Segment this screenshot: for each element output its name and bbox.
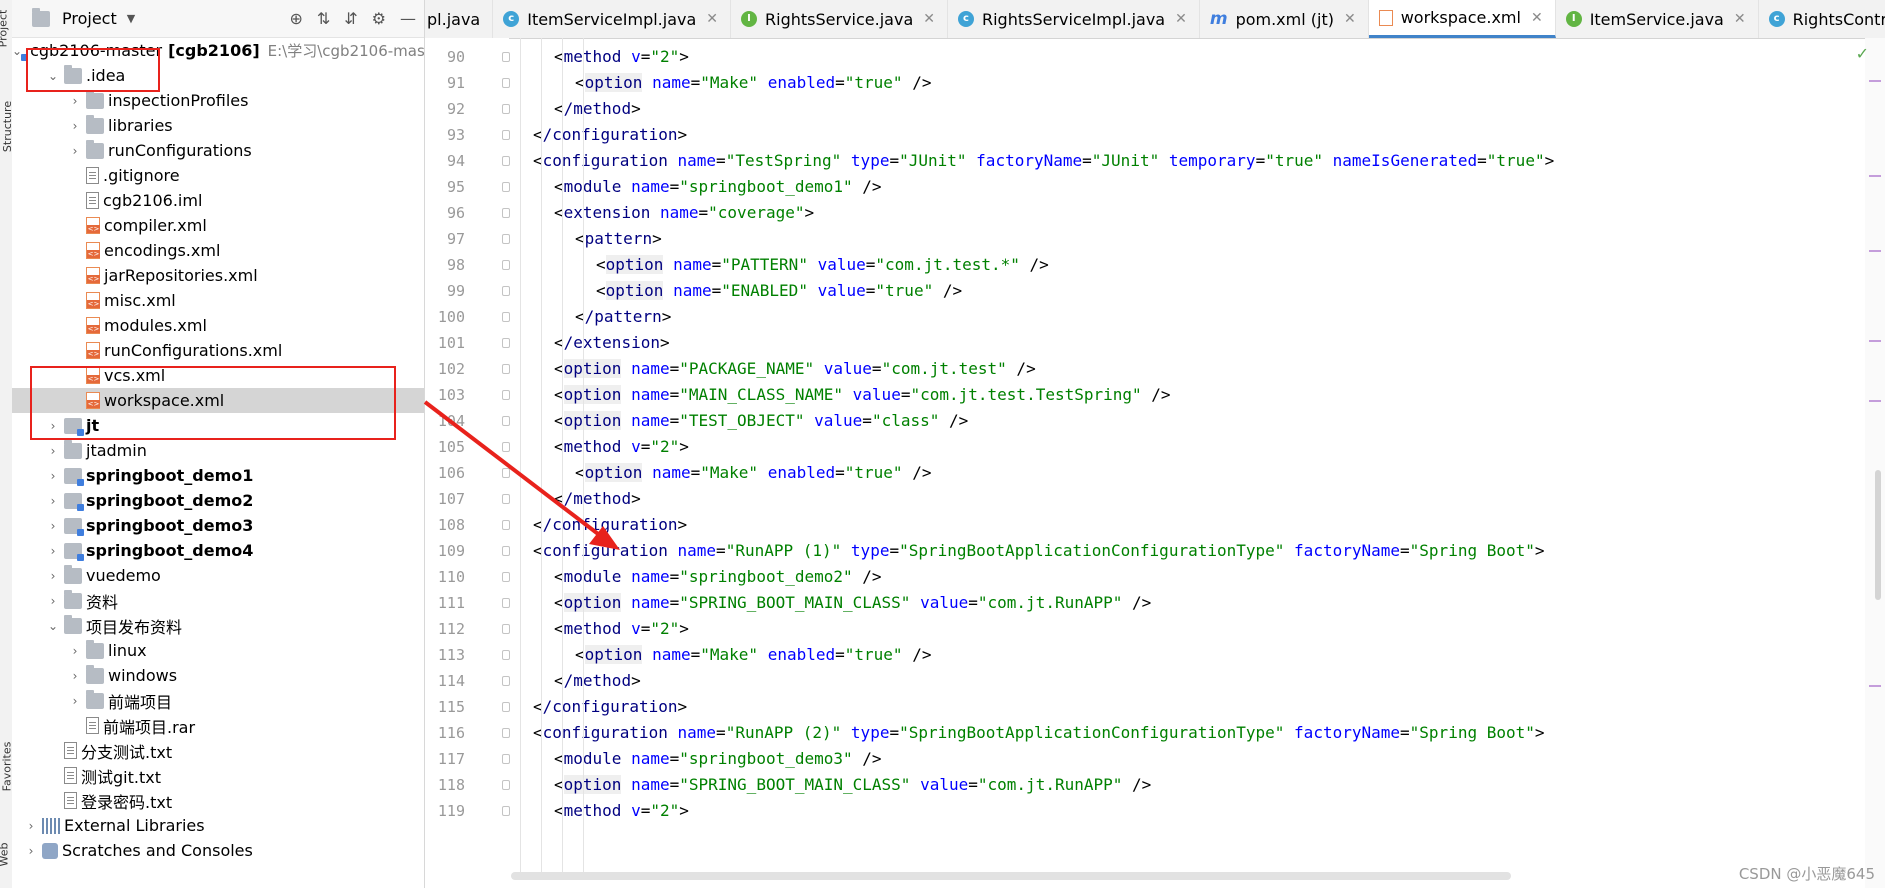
annotation-arrow [423,400,620,550]
watermark: CSDN @小恶魔645 [1738,865,1875,883]
